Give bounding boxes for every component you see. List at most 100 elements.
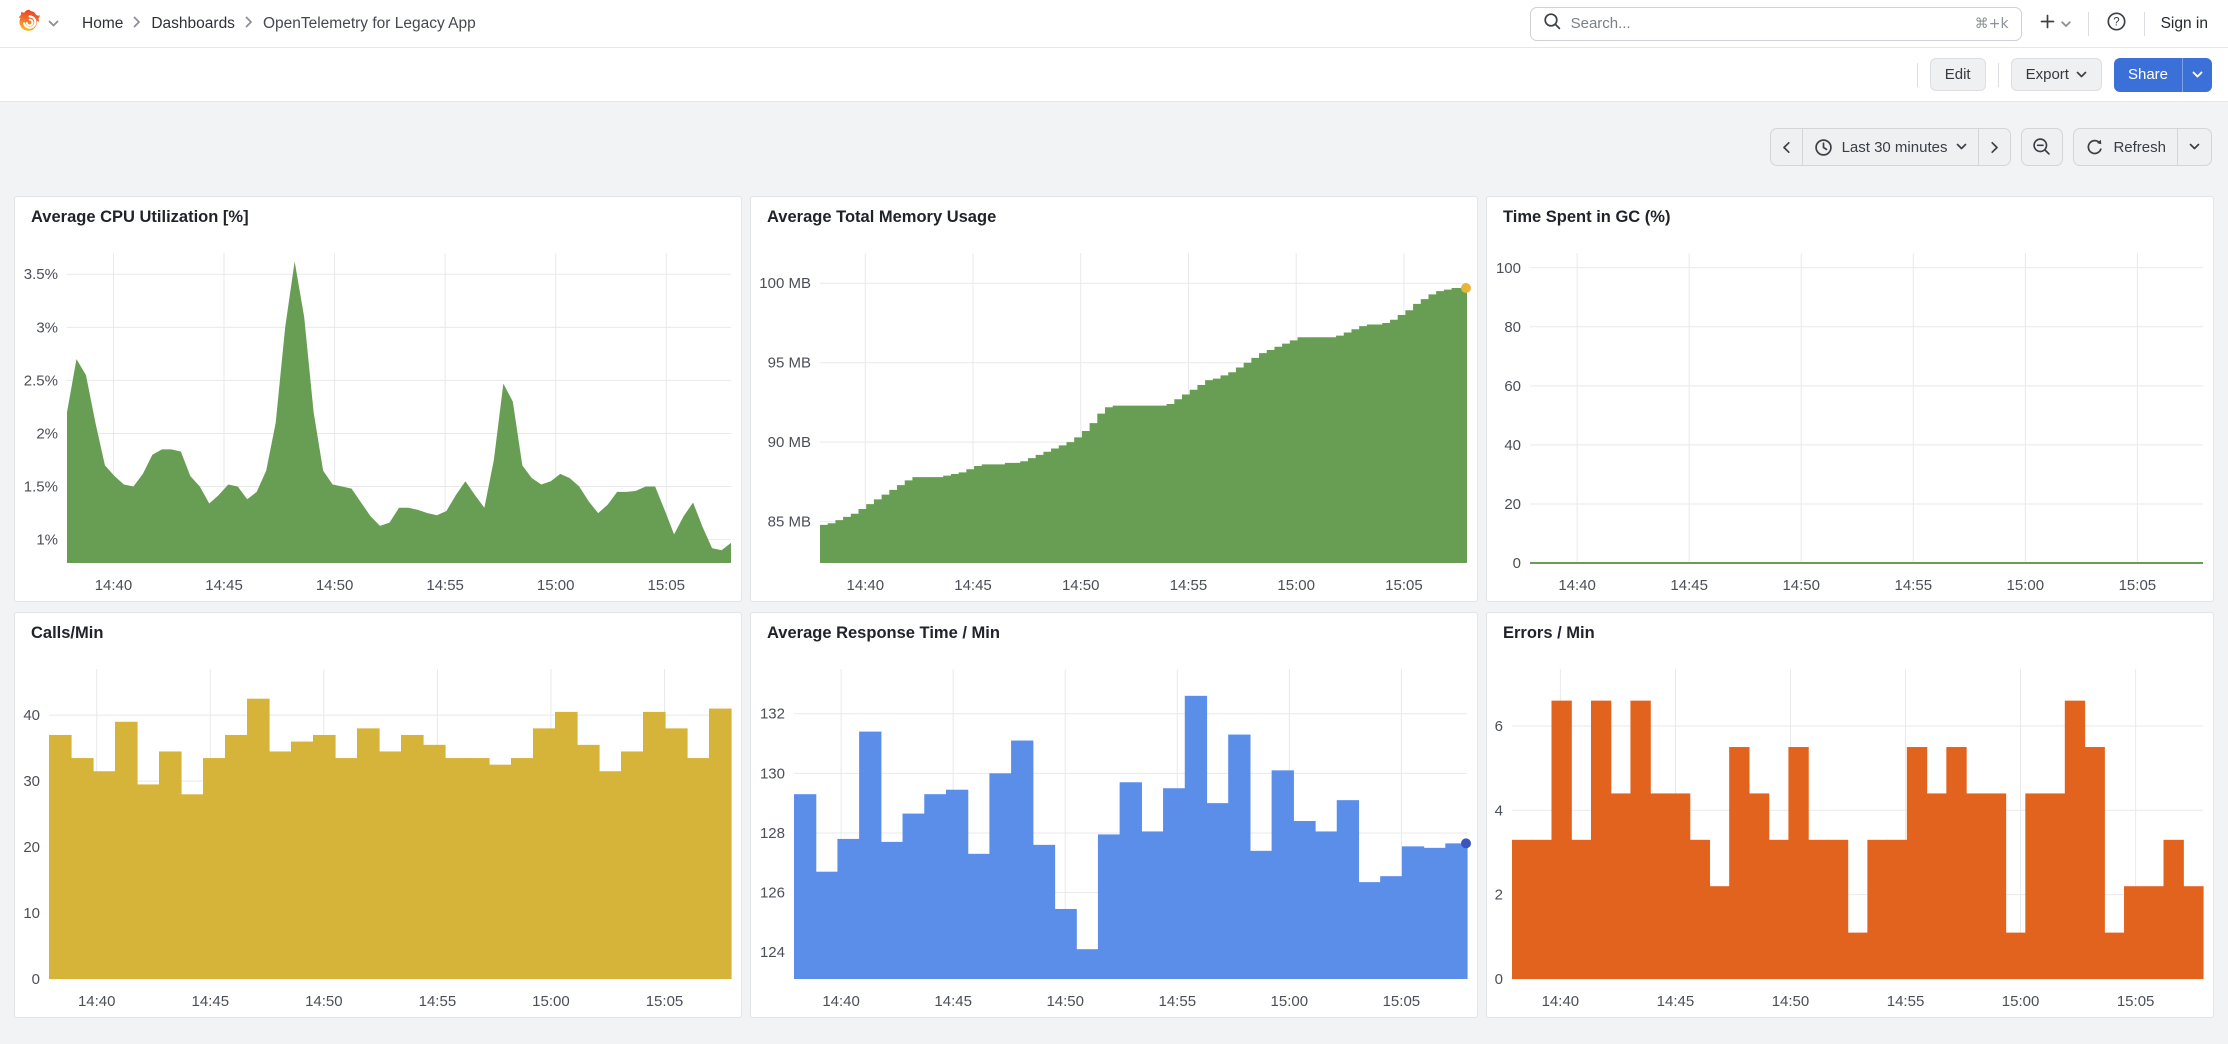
grafana-logo-icon: [16, 8, 43, 40]
svg-text:2.5%: 2.5%: [24, 372, 58, 389]
svg-text:80: 80: [1504, 319, 1521, 336]
errors-per-min-chart: 024614:4014:4514:5014:5515:0015:05: [1487, 643, 2213, 1017]
logo-chevron-down-icon: [48, 15, 59, 33]
time-controls: Last 30 minutes Refresh: [0, 102, 2228, 196]
search-shortcut-badge: ⌘+k: [1975, 16, 2009, 32]
refresh-group: Refresh: [2073, 128, 2212, 166]
share-button[interactable]: Share: [2114, 58, 2182, 92]
breadcrumb-separator-icon: [133, 15, 141, 33]
svg-text:30: 30: [23, 773, 40, 790]
share-options-button[interactable]: [2182, 58, 2212, 92]
zoom-out-icon: [2032, 137, 2052, 157]
svg-text:0: 0: [32, 971, 40, 988]
svg-text:14:40: 14:40: [1558, 577, 1596, 594]
svg-text:95 MB: 95 MB: [768, 355, 811, 372]
svg-text:14:45: 14:45: [954, 577, 992, 594]
svg-text:40: 40: [23, 707, 40, 724]
panel-title: Errors / Min: [1487, 613, 2213, 643]
refresh-label: Refresh: [2113, 139, 2166, 156]
svg-text:14:40: 14:40: [1542, 993, 1580, 1010]
svg-text:15:00: 15:00: [537, 577, 575, 594]
toolbar-divider: [1998, 63, 1999, 87]
time-range-label: Last 30 minutes: [1842, 139, 1948, 156]
svg-text:90 MB: 90 MB: [768, 434, 811, 451]
share-chevron-down-icon: [2192, 71, 2203, 79]
breadcrumb: Home Dashboards OpenTelemetry for Legacy…: [82, 15, 476, 33]
svg-text:?: ?: [2113, 16, 2119, 28]
svg-text:6: 6: [1495, 718, 1503, 735]
search-input[interactable]: Search... ⌘+k: [1530, 7, 2022, 41]
svg-text:1%: 1%: [36, 532, 58, 549]
svg-text:3%: 3%: [36, 319, 58, 336]
search-placeholder: Search...: [1571, 15, 1965, 32]
svg-text:0: 0: [1513, 555, 1521, 572]
svg-text:20: 20: [1504, 496, 1521, 513]
svg-text:100: 100: [1496, 260, 1521, 277]
svg-text:14:50: 14:50: [1046, 993, 1084, 1010]
calls-per-min-chart: 01020304014:4014:4514:5014:5515:0015:05: [15, 643, 741, 1017]
svg-text:14:50: 14:50: [1772, 993, 1810, 1010]
export-button[interactable]: Export: [2011, 58, 2102, 91]
help-icon: ?: [2106, 11, 2127, 37]
svg-text:14:55: 14:55: [1159, 993, 1197, 1010]
panel-calls-per-min: Calls/Min 01020304014:4014:4514:5014:551…: [14, 612, 742, 1018]
time-range-chevron-down-icon: [1956, 143, 1967, 151]
time-shift-back-button[interactable]: [1771, 129, 1802, 165]
panel-title: Time Spent in GC (%): [1487, 197, 2213, 227]
svg-text:14:45: 14:45: [934, 993, 972, 1010]
search-icon: [1543, 12, 1561, 35]
add-new-button[interactable]: [2034, 8, 2076, 40]
svg-text:0: 0: [1495, 971, 1503, 988]
chevron-left-icon: [1782, 141, 1791, 154]
panel-errors-per-min: Errors / Min 024614:4014:4514:5014:5515:…: [1486, 612, 2214, 1018]
svg-text:126: 126: [760, 885, 785, 902]
help-button[interactable]: ?: [2101, 6, 2132, 42]
svg-text:2%: 2%: [36, 425, 58, 442]
refresh-interval-button[interactable]: [2177, 129, 2211, 165]
breadcrumb-home[interactable]: Home: [82, 15, 123, 33]
panel-title: Average CPU Utilization [%]: [15, 197, 741, 227]
dashboard-toolbar: Edit Export Share: [0, 48, 2228, 102]
cpu-utilization-chart: 1%1.5%2%2.5%3%3.5%14:4014:4514:5014:5515…: [15, 227, 741, 601]
svg-text:14:55: 14:55: [1895, 577, 1933, 594]
svg-text:14:55: 14:55: [426, 577, 464, 594]
panel-memory-usage: Average Total Memory Usage 85 MB90 MB95 …: [750, 196, 1478, 602]
panel-response-time: Average Response Time / Min 124126128130…: [750, 612, 1478, 1018]
svg-text:15:05: 15:05: [1385, 577, 1423, 594]
nav-divider: [2144, 12, 2145, 36]
time-shift-forward-button[interactable]: [1978, 129, 2010, 165]
svg-text:100 MB: 100 MB: [759, 275, 811, 292]
svg-text:124: 124: [760, 944, 785, 961]
zoom-out-time-button[interactable]: [2021, 128, 2063, 166]
svg-text:14:40: 14:40: [822, 993, 860, 1010]
breadcrumb-separator-icon: [245, 15, 253, 33]
svg-text:1.5%: 1.5%: [24, 479, 58, 496]
time-range-picker-button[interactable]: Last 30 minutes: [1802, 129, 1979, 165]
edit-button[interactable]: Edit: [1930, 58, 1986, 91]
svg-text:128: 128: [760, 825, 785, 842]
svg-text:14:55: 14:55: [1887, 993, 1925, 1010]
svg-text:14:45: 14:45: [1670, 577, 1708, 594]
svg-text:14:40: 14:40: [847, 577, 885, 594]
refresh-icon: [2085, 138, 2104, 157]
svg-text:15:00: 15:00: [2007, 577, 2045, 594]
svg-text:15:05: 15:05: [2117, 993, 2155, 1010]
svg-text:132: 132: [760, 706, 785, 723]
grafana-logo-button[interactable]: [16, 8, 59, 40]
svg-text:14:50: 14:50: [1782, 577, 1820, 594]
svg-text:15:00: 15:00: [1271, 993, 1309, 1010]
sign-in-button[interactable]: Sign in: [2157, 15, 2212, 33]
response-time-chart: 12412612813013214:4014:4514:5014:5515:00…: [751, 643, 1477, 1017]
refresh-button[interactable]: Refresh: [2074, 129, 2177, 165]
panel-title: Average Total Memory Usage: [751, 197, 1477, 227]
svg-text:3.5%: 3.5%: [24, 266, 58, 283]
svg-text:20: 20: [23, 839, 40, 856]
breadcrumb-current-dashboard: OpenTelemetry for Legacy App: [263, 15, 476, 33]
svg-text:60: 60: [1504, 378, 1521, 395]
svg-text:15:00: 15:00: [2002, 993, 2040, 1010]
svg-text:14:50: 14:50: [305, 993, 343, 1010]
panel-title: Calls/Min: [15, 613, 741, 643]
time-range-group: Last 30 minutes: [1770, 128, 2012, 166]
svg-text:14:55: 14:55: [1170, 577, 1208, 594]
breadcrumb-dashboards[interactable]: Dashboards: [151, 15, 235, 33]
